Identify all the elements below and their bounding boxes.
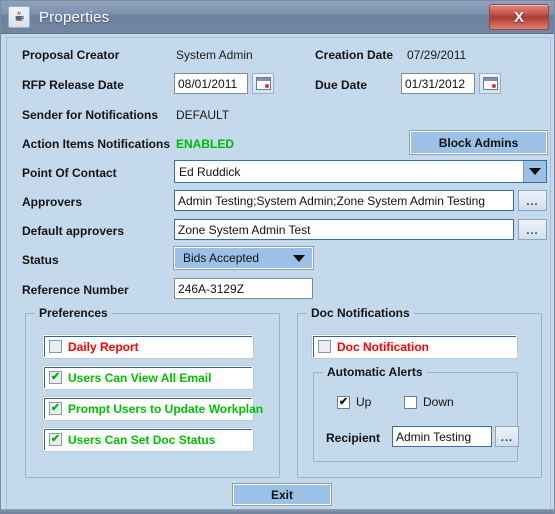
checkbox-daily-report[interactable]: Daily Report bbox=[43, 335, 253, 358]
window-title: Properties bbox=[39, 8, 110, 26]
calendar-icon bbox=[482, 77, 498, 90]
checkbox-users-can-set-doc-status[interactable]: Users Can Set Doc Status bbox=[43, 428, 253, 451]
status-label: Status bbox=[22, 253, 59, 267]
checkbox-doc-notification-label: Doc Notification bbox=[337, 339, 429, 354]
checkbox-users-can-view-all-email-label: Users Can View All Email bbox=[68, 370, 212, 385]
point-of-contact-value: Ed Ruddick bbox=[179, 164, 241, 179]
status-combobox[interactable]: Bids Accepted bbox=[173, 246, 314, 270]
reference-number-label: Reference Number bbox=[22, 283, 129, 297]
automatic-alerts-group: Automatic Alerts Up Down Recipient Admin… bbox=[313, 365, 519, 462]
checkbox-checked-icon bbox=[49, 371, 62, 384]
doc-notifications-group-title: Doc Notifications bbox=[307, 306, 414, 320]
checkbox-down[interactable]: Down bbox=[404, 395, 454, 409]
checkbox-icon bbox=[318, 340, 331, 353]
due-date-label: Due Date bbox=[315, 78, 368, 92]
sender-for-notifications-value: DEFAULT bbox=[176, 108, 230, 122]
checkbox-users-can-set-doc-status-label: Users Can Set Doc Status bbox=[68, 432, 216, 447]
action-items-notifications-label: Action Items Notifications bbox=[22, 137, 171, 151]
rfp-release-date-input[interactable]: 08/01/2011 bbox=[174, 73, 248, 94]
checkbox-prompt-users-to-update-workplan-label: Prompt Users to Update Workplan bbox=[68, 401, 264, 416]
close-icon: X bbox=[513, 8, 524, 26]
checkbox-up[interactable]: Up bbox=[337, 395, 371, 409]
checkbox-prompt-users-to-update-workplan[interactable]: Prompt Users to Update Workplan bbox=[43, 397, 263, 420]
preferences-group-title: Preferences bbox=[35, 306, 112, 320]
approvers-browse-button[interactable]: ... bbox=[518, 190, 547, 211]
status-value: Bids Accepted bbox=[183, 251, 260, 265]
creation-date-label: Creation Date bbox=[315, 48, 394, 62]
title-bar[interactable]: Properties X bbox=[1, 1, 554, 34]
checkbox-up-label: Up bbox=[356, 395, 372, 409]
point-of-contact-label: Point Of Contact bbox=[22, 166, 117, 180]
proposal-creator-label: Proposal Creator bbox=[22, 48, 120, 62]
recipient-browse-button[interactable]: ... bbox=[495, 426, 519, 447]
recipient-input[interactable]: Admin Testing bbox=[392, 426, 492, 447]
proposal-creator-value: System Admin bbox=[176, 48, 253, 62]
checkbox-icon bbox=[49, 340, 62, 353]
checkbox-checked-icon bbox=[337, 395, 350, 409]
window-bottom-edge bbox=[1, 509, 554, 513]
approvers-label: Approvers bbox=[22, 195, 83, 209]
calendar-icon bbox=[255, 77, 271, 90]
creation-date-value: 07/29/2011 bbox=[407, 48, 467, 62]
checkbox-checked-icon bbox=[49, 402, 62, 415]
automatic-alerts-group-title: Automatic Alerts bbox=[323, 365, 427, 379]
checkbox-users-can-view-all-email[interactable]: Users Can View All Email bbox=[43, 366, 253, 389]
default-approvers-browse-button[interactable]: ... bbox=[518, 219, 547, 240]
point-of-contact-combobox[interactable]: Ed Ruddick bbox=[174, 160, 547, 183]
preferences-group: Preferences Daily Report Users Can View … bbox=[25, 306, 280, 478]
due-date-calendar-button[interactable] bbox=[479, 73, 501, 94]
block-admins-button[interactable]: Block Admins bbox=[409, 130, 548, 155]
chevron-down-icon[interactable] bbox=[523, 161, 546, 182]
doc-notifications-group: Doc Notifications Doc Notification Autom… bbox=[297, 306, 542, 478]
close-button[interactable]: X bbox=[489, 4, 549, 30]
action-items-notifications-value: ENABLED bbox=[176, 137, 235, 151]
default-approvers-input[interactable]: Zone System Admin Test bbox=[174, 219, 514, 240]
reference-number-input[interactable]: 246A-3129Z bbox=[174, 278, 313, 299]
chevron-down-icon[interactable] bbox=[286, 254, 312, 262]
due-date-input[interactable]: 01/31/2012 bbox=[401, 73, 475, 94]
checkbox-icon bbox=[404, 395, 417, 409]
checkbox-daily-report-label: Daily Report bbox=[68, 339, 139, 354]
approvers-input[interactable]: Admin Testing;System Admin;Zone System A… bbox=[174, 190, 514, 211]
properties-dialog: Properties X Proposal Creator System Adm… bbox=[0, 0, 555, 514]
default-approvers-label: Default approvers bbox=[22, 224, 125, 238]
dialog-content: Proposal Creator System Admin Creation D… bbox=[6, 37, 551, 511]
sender-for-notifications-label: Sender for Notifications bbox=[22, 108, 159, 122]
java-coffee-cup-icon bbox=[8, 6, 30, 28]
checkbox-down-label: Down bbox=[423, 395, 454, 409]
exit-button[interactable]: Exit bbox=[232, 483, 332, 506]
rfp-release-date-calendar-button[interactable] bbox=[252, 73, 274, 94]
rfp-release-date-label: RFP Release Date bbox=[22, 78, 124, 92]
checkbox-doc-notification[interactable]: Doc Notification bbox=[312, 335, 517, 358]
checkbox-checked-icon bbox=[49, 433, 62, 446]
recipient-label: Recipient bbox=[326, 431, 381, 445]
